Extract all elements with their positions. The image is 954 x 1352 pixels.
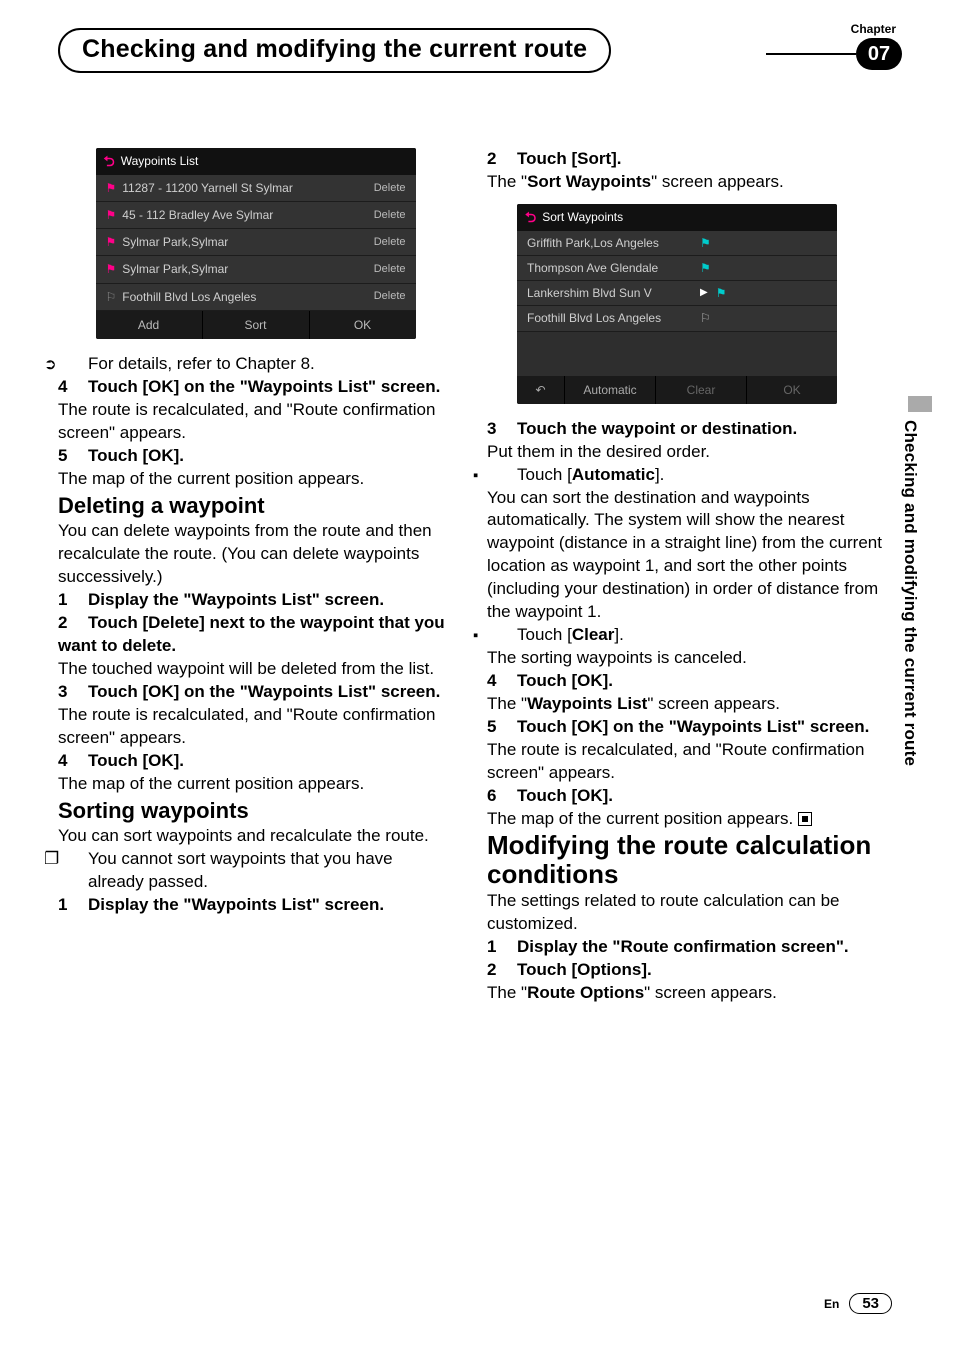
mod-step-1: 1Display the "Route confirmation screen"… [487, 936, 882, 959]
sort-step-3: 3Touch the waypoint or destination. [487, 418, 882, 441]
header-divider [766, 53, 856, 55]
waypoint-row: ⚑Sylmar Park,SylmarDelete [96, 256, 416, 283]
waypoints-list-screenshot: ⮌ Waypoints List ⚑11287 - 11200 Yarnell … [96, 148, 416, 339]
footer: En 53 [824, 1293, 892, 1314]
del-step-3-body: The route is recalculated, and "Route co… [58, 704, 453, 750]
del-step-3: 3Touch [OK] on the "Waypoints List" scre… [58, 681, 453, 704]
reference-note: ➲For details, refer to Chapter 8. [58, 353, 453, 376]
waypoint-row: ⚑45 - 112 Bradley Ave SylmarDelete [96, 202, 416, 229]
del-step-2: 2Touch [Delete] next to the waypoint tha… [58, 612, 453, 658]
flag-icon: ⚑ [700, 235, 711, 251]
back-button: ↶ [517, 376, 565, 404]
sort-blank-area [517, 332, 837, 376]
chapter-number-badge: 07 [856, 38, 902, 70]
sort-screen-title: ⮌ Sort Waypoints [517, 204, 837, 231]
mod-step-2: 2Touch [Options]. [487, 959, 882, 982]
automatic-button: Automatic [565, 376, 656, 404]
step-5: 5Touch [OK]. [58, 445, 453, 468]
delete-button: Delete [374, 208, 406, 223]
sort-button: Sort [203, 311, 310, 339]
delete-button: Delete [374, 289, 406, 304]
del-step-1: 1Display the "Waypoints List" screen. [58, 589, 453, 612]
add-button: Add [96, 311, 203, 339]
side-tab-stub [908, 396, 932, 412]
chapter-label: Chapter [851, 22, 896, 36]
note-icon: ❐ [66, 848, 88, 871]
mod-step-2-body: The "Route Options" screen appears. [487, 982, 882, 1005]
play-icon: ▶ [700, 286, 708, 300]
clear-button: Clear [656, 376, 747, 404]
del-step-4-body: The map of the current position appears. [58, 773, 453, 796]
sort-step-2: 2Touch [Sort]. [487, 148, 882, 171]
clear-body: The sorting waypoints is canceled. [487, 647, 882, 670]
flag-icon: ⚑ [106, 207, 117, 223]
del-step-2-body: The touched waypoint will be deleted fro… [58, 658, 453, 681]
back-icon: ⮌ [525, 208, 536, 227]
modifying-conditions-heading: Modifying the route calculation conditio… [487, 831, 882, 891]
step-5-body: The map of the current position appears. [58, 468, 453, 491]
flag-icon: ⚑ [106, 234, 117, 250]
step-4: 4Touch [OK] on the "Waypoints List" scre… [58, 376, 453, 399]
step-4-body: The route is recalculated, and "Route co… [58, 399, 453, 445]
sort-row: Thompson Ave Glendale⚑ [517, 256, 837, 281]
sort-waypoints-screenshot: ⮌ Sort Waypoints Griffith Park,Los Angel… [517, 204, 837, 404]
waypoints-footer: Add Sort OK [96, 311, 416, 339]
ok-button: OK [747, 376, 837, 404]
bullet-icon: ▪ [495, 466, 517, 486]
side-tab-label: Checking and modifying the current route [900, 420, 920, 766]
deleting-waypoint-intro: You can delete waypoints from the route … [58, 520, 453, 589]
sort-step-6: 6Touch [OK]. [487, 785, 882, 808]
header: Chapter 07 Checking and modifying the cu… [58, 28, 896, 76]
waypoint-row: ⚑11287 - 11200 Yarnell St SylmarDelete [96, 175, 416, 202]
back-icon: ⮌ [104, 152, 115, 171]
destination-icon: ⚐ [700, 310, 711, 326]
delete-button: Delete [374, 235, 406, 250]
waypoint-row: ⚑Sylmar Park,SylmarDelete [96, 229, 416, 256]
sort-step-6-body: The map of the current position appears. [487, 808, 882, 831]
flag-icon: ⚑ [106, 180, 117, 196]
sorting-waypoints-heading: Sorting waypoints [58, 796, 453, 826]
sort-step-1: 1Display the "Waypoints List" screen. [58, 894, 453, 917]
automatic-body: You can sort the destination and waypoin… [487, 487, 882, 625]
automatic-option: ▪Touch [Automatic]. [487, 464, 882, 487]
delete-button: Delete [374, 262, 406, 277]
flag-icon: ⚑ [106, 261, 117, 277]
sort-title-text: Sort Waypoints [542, 209, 623, 225]
sort-step-5-body: The route is recalculated, and "Route co… [487, 739, 882, 785]
reference-icon: ➲ [66, 355, 88, 375]
sort-step-3-body: Put them in the desired order. [487, 441, 882, 464]
sort-row: Lankershim Blvd Sun V▶⚑ [517, 281, 837, 306]
sort-step-4-body: The "Waypoints List" screen appears. [487, 693, 882, 716]
sort-step-5: 5Touch [OK] on the "Waypoints List" scre… [487, 716, 882, 739]
deleting-waypoint-heading: Deleting a waypoint [58, 491, 453, 521]
waypoints-title-text: Waypoints List [121, 153, 199, 169]
sort-row: Foothill Blvd Los Angeles⚐ [517, 306, 837, 331]
end-icon [798, 812, 812, 826]
left-column: ⮌ Waypoints List ⚑11287 - 11200 Yarnell … [58, 148, 453, 1005]
delete-button: Delete [374, 181, 406, 196]
modifying-conditions-intro: The settings related to route calculatio… [487, 890, 882, 936]
waypoint-row: ⚐Foothill Blvd Los AngelesDelete [96, 284, 416, 311]
waypoints-screen-title: ⮌ Waypoints List [96, 148, 416, 175]
footer-page: 53 [849, 1293, 892, 1314]
sorting-note: ❐You cannot sort waypoints that you have… [58, 848, 453, 894]
right-column: 2Touch [Sort]. The "Sort Waypoints" scre… [487, 148, 882, 1005]
sort-step-4: 4Touch [OK]. [487, 670, 882, 693]
footer-lang: En [824, 1297, 839, 1311]
del-step-4: 4Touch [OK]. [58, 750, 453, 773]
sort-footer: ↶ Automatic Clear OK [517, 376, 837, 404]
flag-icon: ⚑ [716, 285, 727, 301]
sorting-waypoints-intro: You can sort waypoints and recalculate t… [58, 825, 453, 848]
bullet-icon: ▪ [495, 626, 517, 646]
sort-row: Griffith Park,Los Angeles⚑ [517, 231, 837, 256]
clear-option: ▪Touch [Clear]. [487, 624, 882, 647]
destination-icon: ⚐ [106, 289, 117, 305]
ok-button: OK [310, 311, 416, 339]
flag-icon: ⚑ [700, 260, 711, 276]
page-title: Checking and modifying the current route [58, 28, 611, 73]
sort-step-2-body: The "Sort Waypoints" screen appears. [487, 171, 882, 194]
